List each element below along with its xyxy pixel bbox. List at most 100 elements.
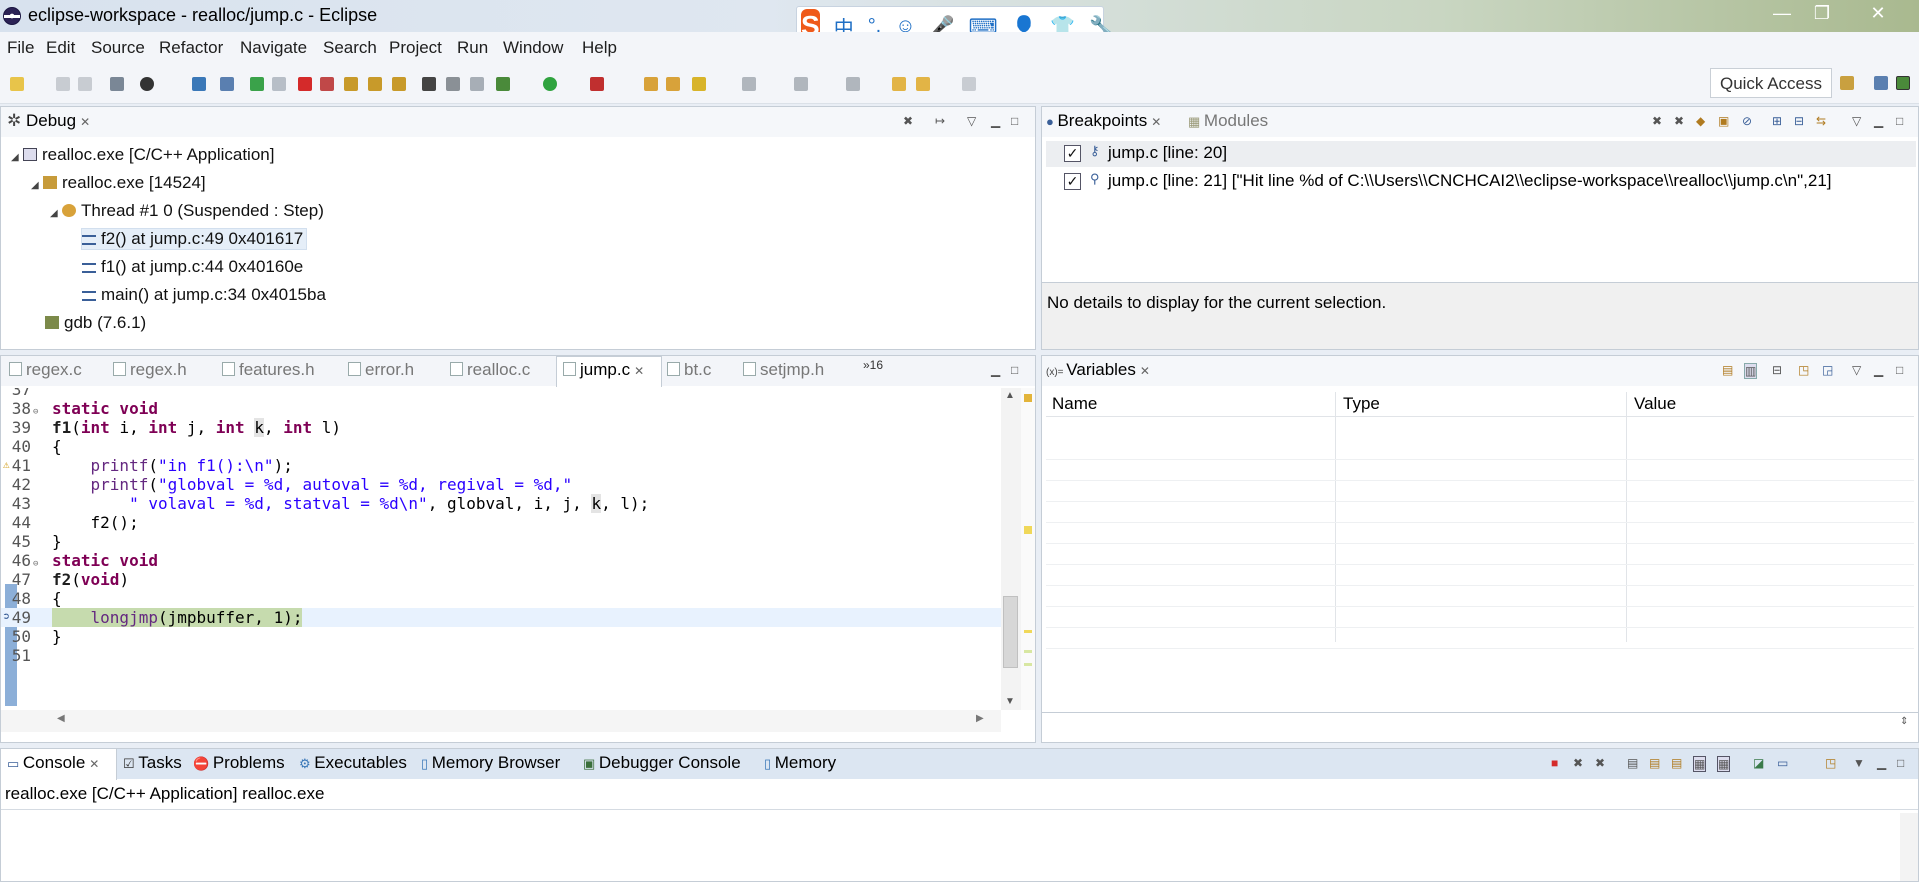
forward-icon[interactable] <box>962 77 976 91</box>
view-menu-icon[interactable]: ▽ <box>1852 114 1861 128</box>
menu-window[interactable]: Window <box>503 38 563 58</box>
next-annotation-icon[interactable] <box>794 77 808 91</box>
tab-jump-c[interactable]: jump.c ✕ <box>563 360 644 380</box>
new-icon[interactable] <box>10 77 24 91</box>
show-logical-structure-icon[interactable]: ▥ <box>1744 363 1758 379</box>
menu-file[interactable]: File <box>7 38 34 58</box>
maximize-button[interactable]: ❐ <box>1804 0 1840 26</box>
step-into-icon[interactable] <box>344 77 358 91</box>
tree-process[interactable]: ◢ realloc.exe [14524] <box>31 173 206 193</box>
ruler-warning-marker[interactable] <box>1024 394 1032 402</box>
remove-breakpoint-icon[interactable]: ✖ <box>1652 114 1662 128</box>
menu-run[interactable]: Run <box>457 38 488 58</box>
run-icon[interactable] <box>543 77 557 91</box>
skip-breakpoints-icon[interactable] <box>220 77 234 91</box>
menu-edit[interactable]: Edit <box>46 38 75 58</box>
minimize-icon[interactable]: ▁ <box>991 114 1000 128</box>
debug-config-icon[interactable] <box>140 77 154 91</box>
resume-icon[interactable] <box>250 77 264 91</box>
scroll-down-icon[interactable]: ▼ <box>1005 696 1015 707</box>
disconnect-icon[interactable] <box>320 77 334 91</box>
stack-frame-f1[interactable]: f1() at jump.c:44 0x40160e <box>82 257 303 277</box>
close-icon[interactable]: ✕ <box>1151 115 1161 129</box>
save-all-icon[interactable] <box>78 77 92 91</box>
remove-global-icon[interactable]: ◲ <box>1822 363 1833 377</box>
show-console-on-output-icon[interactable]: ▦ <box>1693 756 1707 772</box>
remove-all-terminated-icon[interactable]: ✖ <box>1595 756 1605 770</box>
menu-search[interactable]: Search <box>323 38 377 58</box>
tab-features-h[interactable]: features.h <box>222 360 315 380</box>
tab-regex-c[interactable]: regex.c <box>9 360 82 380</box>
open-console-icon[interactable]: ◳ <box>1825 756 1836 770</box>
close-window-button[interactable]: ✕ <box>1860 0 1896 26</box>
step-mode-icon[interactable]: ↦ <box>935 114 945 128</box>
debug-perspective-icon[interactable] <box>1896 76 1910 90</box>
suspend-icon[interactable] <box>272 77 286 91</box>
maximize-icon[interactable]: □ <box>1011 363 1018 377</box>
minimize-icon[interactable]: ▁ <box>1874 114 1883 128</box>
column-value-header[interactable]: Value <box>1634 394 1676 414</box>
close-icon[interactable]: ✕ <box>89 757 99 771</box>
breakpoint-row[interactable]: ✓ ⚷ jump.c [line: 20] <box>1046 141 1916 167</box>
back-icon[interactable] <box>892 77 906 91</box>
tab-setjmp-h[interactable]: setjmp.h <box>743 360 824 380</box>
scroll-up-icon[interactable]: ▲ <box>1005 390 1015 401</box>
back-nav-icon[interactable] <box>916 77 930 91</box>
tab-problems[interactable]: ⛔ Problems <box>193 753 285 773</box>
search-tool-icon[interactable] <box>692 77 706 91</box>
step-return-icon[interactable] <box>392 77 406 91</box>
quick-access-input[interactable]: Quick Access <box>1710 68 1832 98</box>
maximize-icon[interactable]: □ <box>1897 756 1904 770</box>
add-global-icon[interactable]: ◳ <box>1798 363 1809 377</box>
minimize-button[interactable]: — <box>1764 0 1800 26</box>
close-icon[interactable]: ✕ <box>634 364 644 378</box>
debug-launch-icon[interactable] <box>496 77 510 91</box>
breakpoint-checkbox[interactable]: ✓ <box>1064 145 1081 162</box>
display-console-icon[interactable]: ▭ <box>1777 756 1788 770</box>
expand-arrow-icon[interactable]: ◢ <box>50 208 62 219</box>
console-scrollbar[interactable] <box>1900 813 1918 881</box>
expand-arrow-icon[interactable]: ◢ <box>31 180 43 191</box>
terminate-icon[interactable] <box>298 77 312 91</box>
scroll-thumb[interactable] <box>1003 596 1018 668</box>
tab-realloc-c[interactable]: realloc.c <box>450 360 530 380</box>
tab-debug[interactable]: ✲ Debug ✕ <box>7 111 90 131</box>
word-wrap-icon[interactable]: ▤ <box>1671 756 1682 770</box>
breakpoint-checkbox[interactable]: ✓ <box>1064 173 1081 190</box>
step-over-icon[interactable] <box>368 77 382 91</box>
show-console-on-error-icon[interactable]: ▦ <box>1717 756 1731 772</box>
tab-error-h[interactable]: error.h <box>348 360 414 380</box>
save-icon[interactable] <box>56 77 70 91</box>
terminate-icon[interactable]: ■ <box>1551 756 1558 770</box>
close-icon[interactable]: ✕ <box>80 115 90 129</box>
drop-to-frame-icon[interactable] <box>446 77 460 91</box>
annotation-icon[interactable] <box>742 77 756 91</box>
ruler-marker[interactable] <box>1024 630 1032 633</box>
remove-terminated-icon[interactable]: ✖ <box>903 114 913 128</box>
pin-console-icon[interactable]: ◪ <box>1753 756 1764 770</box>
menu-project[interactable]: Project <box>389 38 442 58</box>
minimize-icon[interactable]: ▁ <box>1874 363 1883 377</box>
tab-variables[interactable]: (x)= Variables ✕ <box>1046 360 1150 380</box>
ruler-marker[interactable] <box>1024 663 1032 666</box>
menu-help[interactable]: Help <box>582 38 617 58</box>
column-type-header[interactable]: Type <box>1343 394 1380 414</box>
vertical-scrollbar[interactable]: ▲ ▼ <box>1001 388 1021 710</box>
maximize-icon[interactable]: □ <box>1896 363 1903 377</box>
tab-tasks[interactable]: ☑ Tasks <box>123 753 182 773</box>
maximize-icon[interactable]: □ <box>1896 114 1903 128</box>
breakpoint-row[interactable]: ✓ ⚲ jump.c [line: 21] ["Hit line %d of C… <box>1046 169 1916 195</box>
remove-launch-icon[interactable]: ✖ <box>1573 756 1583 770</box>
scroll-lock-icon[interactable]: ▤ <box>1649 756 1660 770</box>
scroll-left-icon[interactable]: ◀ <box>57 713 65 724</box>
open-perspective-icon[interactable] <box>1840 76 1854 90</box>
collapse-all-icon[interactable]: ⊟ <box>1794 114 1804 128</box>
skip-all-icon[interactable]: ⊘ <box>1742 114 1752 128</box>
new-project-icon[interactable] <box>644 77 658 91</box>
clear-console-icon[interactable]: ▤ <box>1627 756 1638 770</box>
remove-all-breakpoints-icon[interactable]: ✖ <box>1674 114 1684 128</box>
ruler-marker[interactable] <box>1024 650 1032 653</box>
menu-source[interactable]: Source <box>91 38 145 58</box>
code-area[interactable]: 37 38 ⊖ static void 39 f1(int i, int j, int… <box>1 388 1001 706</box>
view-menu-icon[interactable]: ▼ <box>1853 756 1865 770</box>
